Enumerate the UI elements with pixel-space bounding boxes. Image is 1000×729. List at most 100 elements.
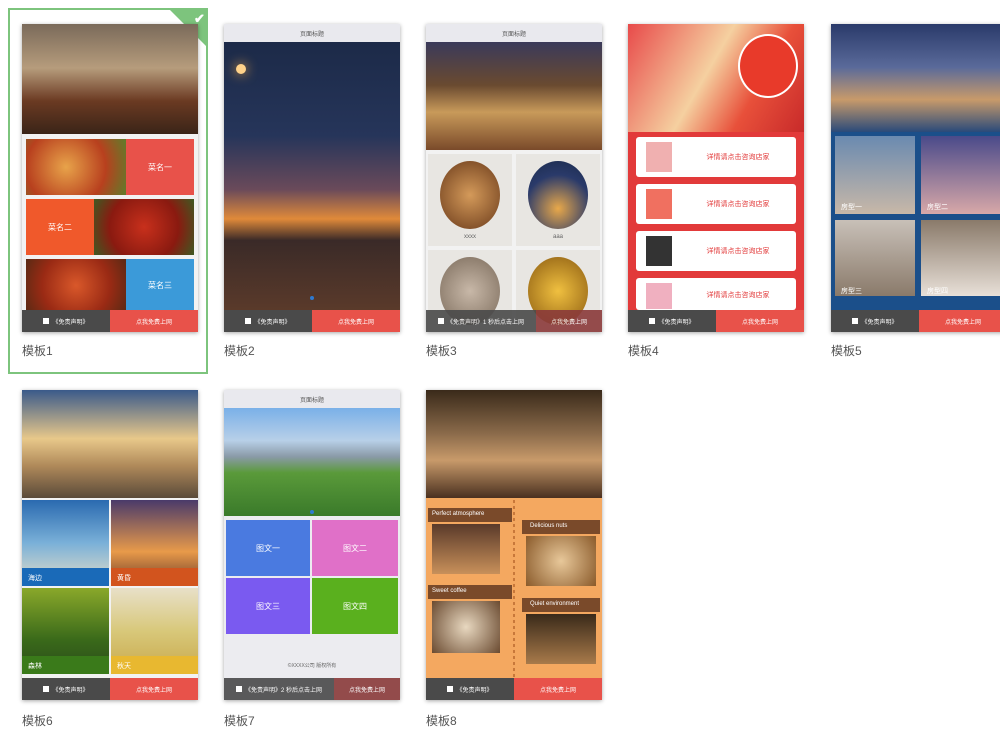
disclaimer-link[interactable]: 《免责声明》	[831, 310, 919, 332]
mascot-icon	[738, 34, 798, 98]
page-title: 页面标题	[224, 390, 400, 408]
bottom-bar: 《免责声明》1 秒后点击上网 点我免费上网	[426, 310, 602, 332]
item-thumb-icon	[646, 283, 672, 309]
template-card-7[interactable]: 页面标题 图文一 图文二 图文三 图文四 ©XXXX公司 版权所有 《免责声明》…	[224, 390, 400, 728]
checkbox-icon	[43, 318, 50, 324]
template-label: 模板4	[628, 344, 659, 358]
railway-photo	[22, 390, 198, 498]
cafe-photo	[426, 390, 602, 498]
checkbox-icon	[852, 318, 859, 324]
connect-button[interactable]: 点我免费上网	[536, 310, 602, 332]
scene-label: 海边	[28, 575, 42, 582]
item-text: 详情请点击咨询店家	[706, 292, 770, 299]
checkbox-icon	[437, 318, 444, 324]
lamp-light	[236, 64, 246, 74]
template-card-2[interactable]: 页面标题 《免责声明》 点我免费上网 模板2	[224, 24, 400, 358]
template-thumbnail[interactable]: 页面标题 图文一 图文二 图文三 图文四 ©XXXX公司 版权所有 《免责声明》…	[224, 390, 400, 700]
template-label: 模板5	[831, 344, 862, 358]
template-card-1[interactable]: 菜名一 菜名二 菜名三 《免责声明》 点我免费上网 模板1	[22, 24, 198, 358]
tile-3[interactable]: 图文三	[226, 578, 310, 634]
checkbox-icon	[649, 318, 656, 324]
tile-2[interactable]: 图文二	[312, 520, 398, 576]
disclaimer-link[interactable]: 《免责声明》	[22, 678, 110, 700]
template-thumbnail[interactable]: Perfect atmosphere Delicious nuts Sweet …	[426, 390, 602, 700]
circle-photo	[440, 161, 500, 229]
template-label: 模板1	[22, 344, 53, 358]
dish-photo	[94, 199, 194, 255]
room-label: 房型四	[927, 288, 948, 295]
template-thumbnail[interactable]: 详情请点击咨询店家 详情请点击咨询店家 详情请点击咨询店家 详情请点击咨询店家 …	[628, 24, 804, 332]
template-card-5[interactable]: 房型一 房型二 房型三 房型四 《免责声明》 点我免费上网 模板5	[831, 24, 1000, 358]
template-thumbnail[interactable]: 页面标题 《免责声明》 点我免费上网	[224, 24, 400, 332]
tile-1[interactable]: 图文一	[226, 520, 310, 576]
item-text: 详情请点击咨询店家	[706, 201, 770, 208]
disclaimer-link[interactable]: 《免责声明》	[426, 678, 514, 700]
room-photo	[921, 220, 1000, 296]
checkbox-icon	[245, 318, 252, 324]
connect-button[interactable]: 点我免费上网	[312, 310, 400, 332]
disclaimer-link[interactable]: 《免责声明》	[224, 310, 312, 332]
template-thumbnail[interactable]: 页面标题 xxxx aaa 《免责声明》1 秒后点击上网 点我免费上网	[426, 24, 602, 332]
template-thumbnail[interactable]: 菜名一 菜名二 菜名三 《免责声明》 点我免费上网	[22, 24, 198, 332]
template-label: 模板2	[224, 344, 255, 358]
bottom-bar: 《免责声明》 点我免费上网	[22, 310, 198, 332]
item-thumb-icon	[646, 142, 672, 172]
template-label: 模板8	[426, 714, 457, 728]
section-label: Delicious nuts	[530, 523, 568, 529]
template-card-4[interactable]: 详情请点击咨询店家 详情请点击咨询店家 详情请点击咨询店家 详情请点击咨询店家 …	[628, 24, 804, 358]
connect-button[interactable]: 点我免费上网	[334, 678, 400, 700]
connect-button[interactable]: 点我免费上网	[110, 678, 198, 700]
scene-label: 秋天	[117, 663, 131, 670]
template-label: 模板3	[426, 344, 457, 358]
item-thumb-icon	[646, 189, 672, 219]
tile-4[interactable]: 图文四	[312, 578, 398, 634]
template-thumbnail[interactable]: 海边 黄昏 森林 秋天 《免责声明》 点我免费上网	[22, 390, 198, 700]
restaurant-photo	[22, 24, 198, 134]
connect-button[interactable]: 点我免费上网	[110, 310, 198, 332]
page-title: 页面标题	[224, 24, 400, 42]
template-card-6[interactable]: 海边 黄昏 森林 秋天 《免责声明》 点我免费上网 模板6	[22, 390, 198, 728]
room-label: 房型二	[927, 204, 948, 211]
section-photo	[526, 536, 596, 586]
room-photo	[835, 220, 915, 296]
bottom-bar: 《免责声明》 点我免费上网	[224, 310, 400, 332]
room-label: 房型三	[841, 288, 862, 295]
circle-photo	[528, 161, 588, 229]
copyright-text: ©XXXX公司 版权所有	[287, 663, 337, 669]
dish-photo	[26, 259, 126, 312]
checkbox-icon	[235, 686, 242, 692]
hotel-room-photo	[426, 42, 602, 150]
item-thumb-icon	[646, 236, 672, 266]
slide-indicator	[310, 296, 314, 300]
bottom-bar: 《免责声明》 点我免费上网	[628, 310, 804, 332]
connect-button[interactable]: 点我免费上网	[919, 310, 1000, 332]
disclaimer-link[interactable]: 《免责声明》	[22, 310, 110, 332]
circle-caption: xxxx	[464, 234, 476, 240]
item-text: 详情请点击咨询店家	[706, 248, 770, 255]
section-photo	[526, 614, 596, 664]
checkbox-icon	[43, 686, 50, 692]
connect-button[interactable]: 点我免费上网	[514, 678, 602, 700]
scene-label: 黄昏	[117, 575, 131, 582]
dish-label-1: 菜名一	[126, 139, 194, 195]
slide-indicator	[310, 510, 314, 514]
disclaimer-link[interactable]: 《免责声明》1 秒后点击上网	[426, 310, 536, 332]
bottom-bar: 《免责声明》 点我免费上网	[22, 678, 198, 700]
disclaimer-link[interactable]: 《免责声明》	[628, 310, 716, 332]
room-label: 房型一	[841, 204, 862, 211]
connect-button[interactable]: 点我免费上网	[716, 310, 804, 332]
scene-label: 森林	[28, 663, 42, 670]
bottom-bar: 《免责声明》2 秒后点击上网 点我免费上网	[224, 678, 400, 700]
resort-photo	[831, 24, 1000, 132]
template-label: 模板7	[224, 714, 255, 728]
template-card-3[interactable]: 页面标题 xxxx aaa 《免责声明》1 秒后点击上网 点我免费上网 模板3	[426, 24, 602, 358]
template-thumbnail[interactable]: 房型一 房型二 房型三 房型四 《免责声明》 点我免费上网	[831, 24, 1000, 332]
disclaimer-link[interactable]: 《免责声明》2 秒后点击上网	[224, 678, 334, 700]
section-photo	[432, 524, 500, 574]
template-label: 模板6	[22, 714, 53, 728]
section-label: Quiet environment	[530, 601, 580, 607]
section-photo	[432, 601, 500, 653]
item-text: 详情请点击咨询店家	[706, 154, 770, 161]
template-card-8[interactable]: Perfect atmosphere Delicious nuts Sweet …	[426, 390, 602, 728]
circle-caption: aaa	[552, 234, 563, 240]
